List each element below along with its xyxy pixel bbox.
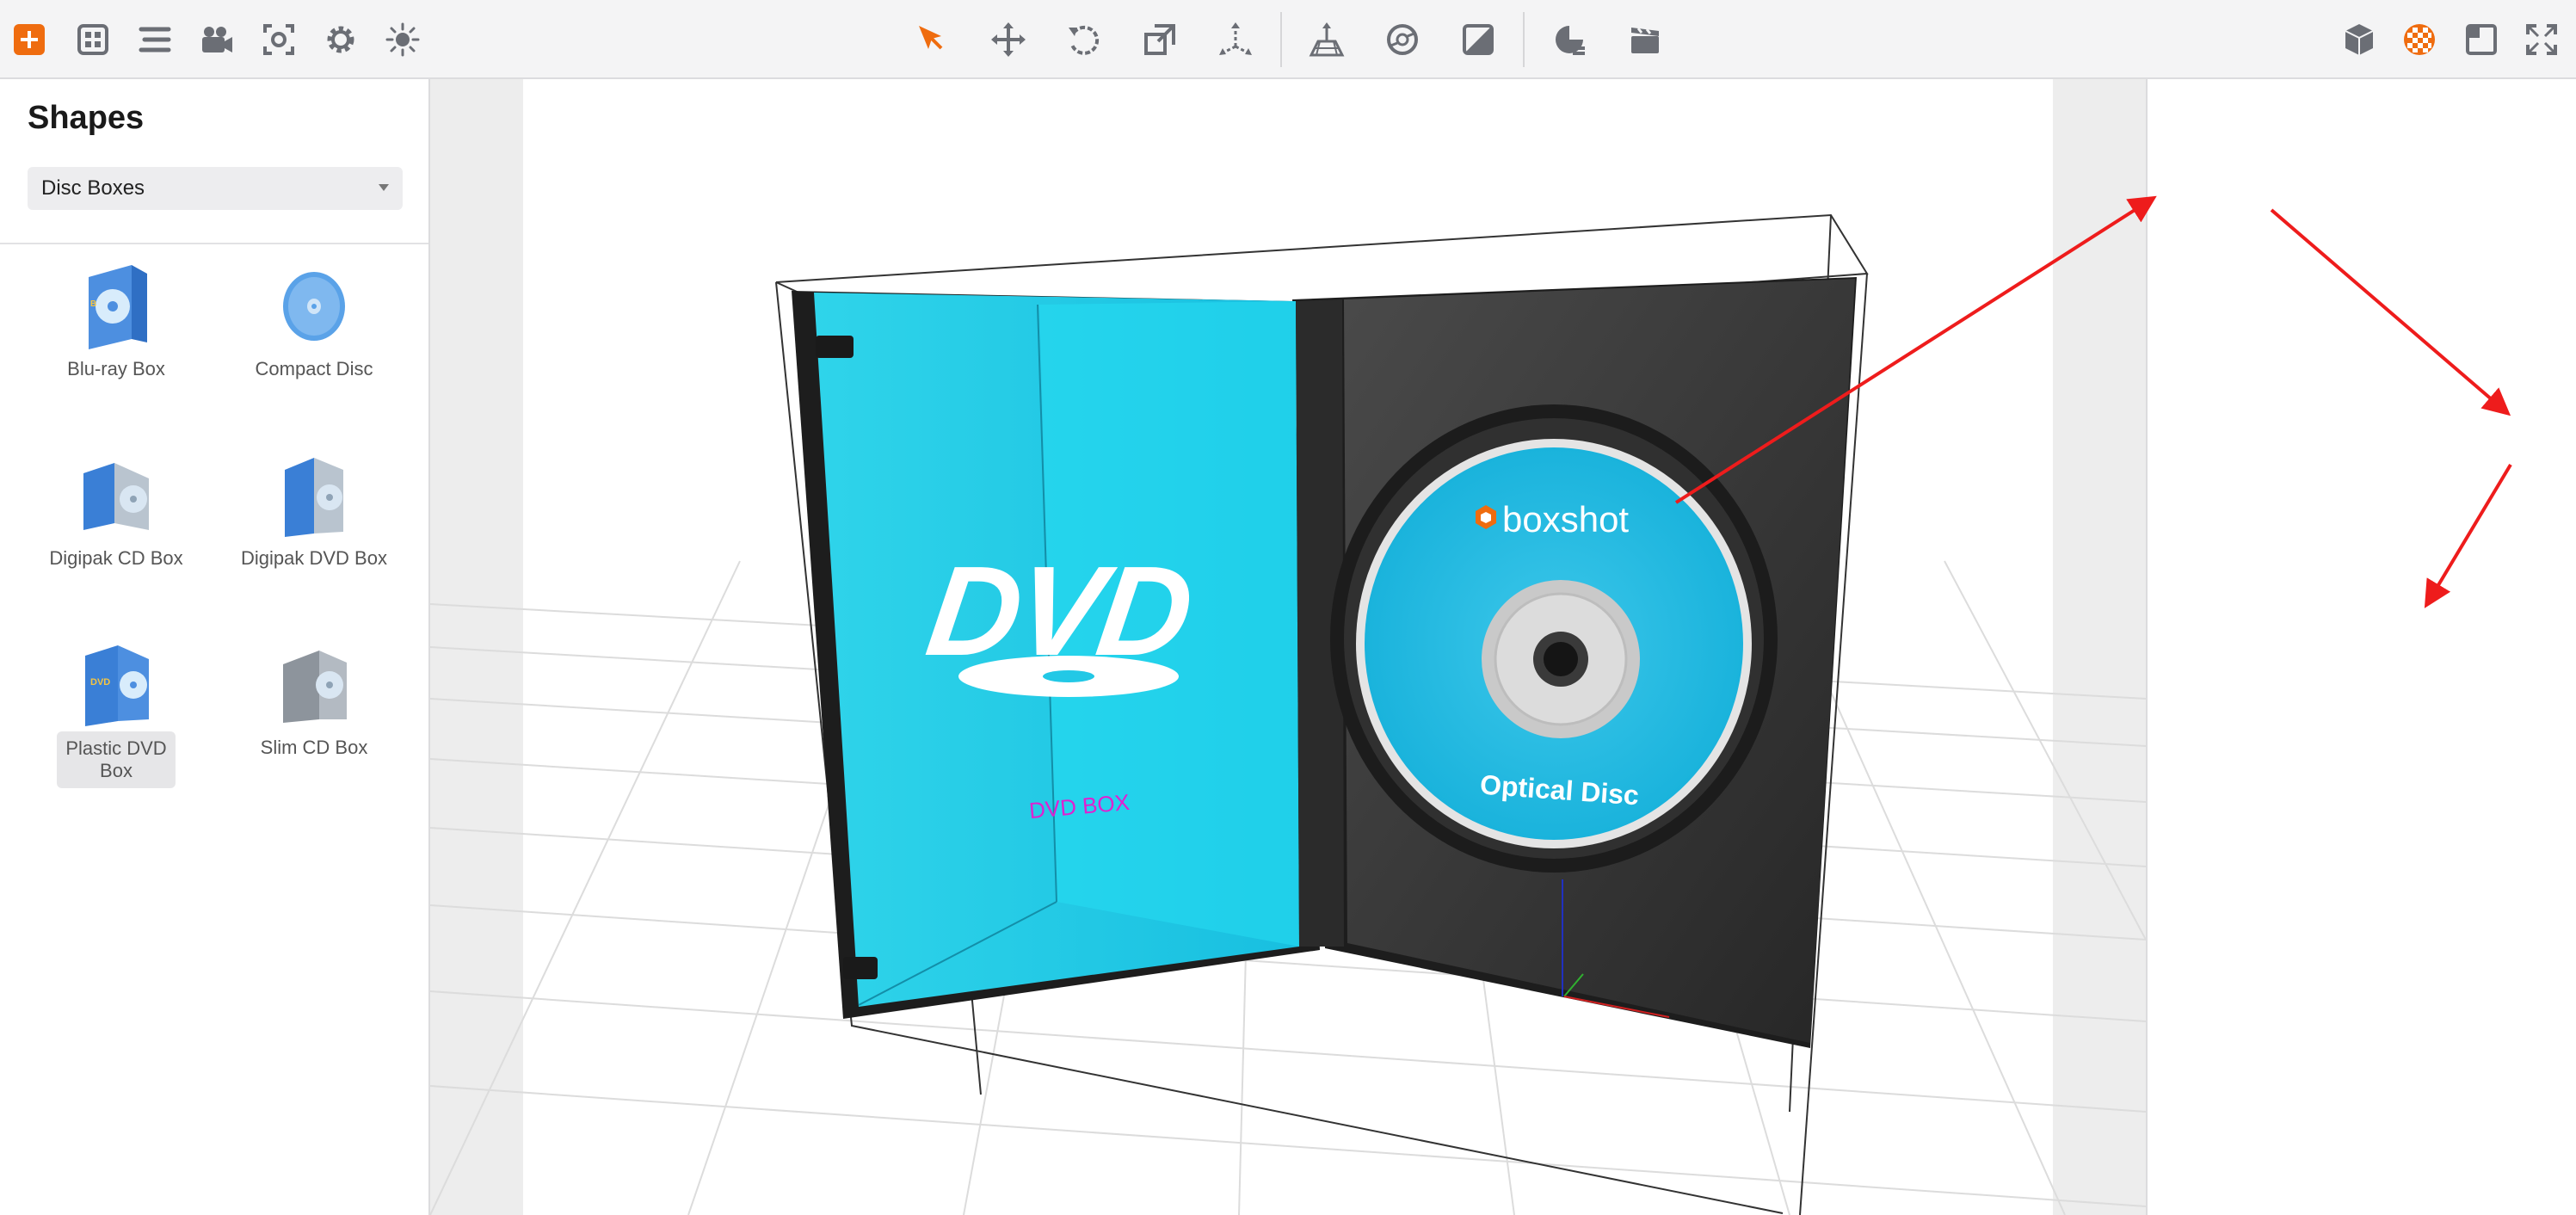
shape-label: Digipak CD Box <box>49 547 183 569</box>
toolbar <box>0 0 2576 79</box>
shape-item-plastic-dvd-box[interactable]: DVD Plastic DVD Box <box>17 630 215 802</box>
rotate-icon[interactable] <box>1060 15 1108 64</box>
select-icon[interactable] <box>907 15 955 64</box>
chevron-down-icon <box>379 184 389 191</box>
shape-category-dropdown[interactable]: Disc Boxes <box>28 167 403 210</box>
orbit-icon[interactable] <box>1378 15 1427 64</box>
shape-category-value: Disc Boxes <box>41 176 145 200</box>
3d-viewport[interactable]: DVD DVD BOX boxshot Optical Disc <box>430 79 2146 1215</box>
bluray-box-icon: B <box>89 265 147 349</box>
svg-text:B: B <box>90 299 96 309</box>
toolbar-separator <box>1280 12 1282 67</box>
box-view-icon[interactable] <box>2335 15 2383 64</box>
gizmo-icon[interactable] <box>1211 15 1260 64</box>
shape-label: Slim CD Box <box>260 737 368 758</box>
disc-brand: boxshot <box>1502 499 1630 540</box>
timeline-icon[interactable] <box>1545 15 1593 64</box>
camera-icon[interactable] <box>193 15 241 64</box>
grid-icon[interactable] <box>69 15 117 64</box>
light-icon[interactable] <box>379 15 427 64</box>
settings-icon[interactable] <box>317 15 365 64</box>
shape-item-bluray-box[interactable]: B Blu-ray Box <box>17 251 215 423</box>
viewport-canvas <box>430 79 2146 1215</box>
layers-icon[interactable] <box>131 15 179 64</box>
svg-text:DVD: DVD <box>90 677 110 688</box>
shape-item-slim-cd-box[interactable]: Slim CD Box <box>215 630 413 802</box>
add-icon[interactable] <box>5 15 53 64</box>
shape-label: Blu-ray Box <box>67 358 165 379</box>
shape-item-digipak-cd-box[interactable]: Digipak CD Box <box>17 441 215 613</box>
toolbar-separator <box>1523 12 1525 67</box>
shape-label: Compact Disc <box>255 358 373 379</box>
materials-panel <box>2146 79 2576 1215</box>
animation-icon[interactable] <box>1621 15 1669 64</box>
floor-icon[interactable] <box>1303 15 1351 64</box>
shapes-title: Shapes <box>28 100 145 136</box>
fullscreen-icon[interactable] <box>2517 15 2566 64</box>
snapshot-icon[interactable] <box>255 15 303 64</box>
shape-item-compact-disc[interactable]: Compact Disc <box>215 251 413 423</box>
shapes-panel: Shapes Disc Boxes B Blu-ray Box Compact … <box>0 79 430 1215</box>
digipak-cd-icon <box>83 463 149 530</box>
dvd-logo-text: DVD <box>919 540 1199 682</box>
scale-icon[interactable] <box>1136 15 1184 64</box>
material-preview-icon[interactable] <box>1454 15 1502 64</box>
shape-label: Digipak DVD Box <box>241 547 387 569</box>
move-icon[interactable] <box>984 15 1032 64</box>
materials-tab-icon[interactable] <box>2395 15 2444 64</box>
plastic-dvd-icon: DVD <box>85 645 149 726</box>
shape-item-digipak-dvd-box[interactable]: Digipak DVD Box <box>215 441 413 613</box>
compact-disc-icon <box>283 272 345 341</box>
digipak-dvd-icon <box>285 458 343 537</box>
shape-label: Plastic DVD Box <box>57 731 176 788</box>
slim-cd-icon <box>283 651 347 723</box>
divider <box>0 243 428 244</box>
panel-icon[interactable] <box>2457 15 2505 64</box>
